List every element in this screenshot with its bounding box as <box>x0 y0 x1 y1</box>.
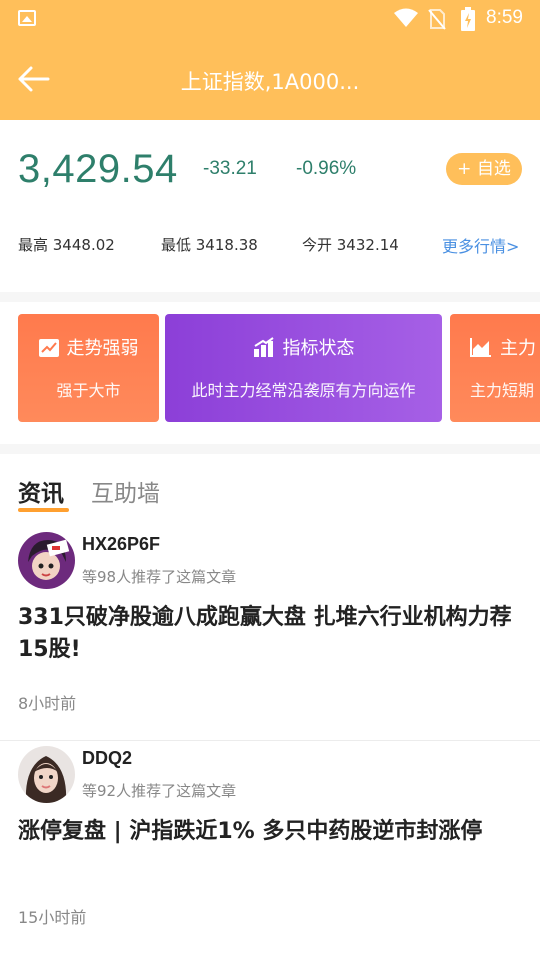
article-author: HX26P6F <box>82 534 161 554</box>
card-main-force-title: 主力 <box>500 338 536 359</box>
price-change: -33.21 <box>203 158 257 179</box>
index-price: 3,429.54 <box>18 147 178 191</box>
article-headline[interactable]: 331只破净股逾八成跑赢大盘 扎堆六行业机构力荐15股! <box>18 602 522 666</box>
image-notification-icon <box>18 10 36 26</box>
article-recommend-count: 等92人推荐了这篇文章 <box>82 782 237 800</box>
stat-high: 最高 3448.02 <box>18 236 115 254</box>
news-section: 资讯 互助墙 HX26P6F 等98人推荐了这篇文章 331只破净股逾八成跑赢大… <box>0 454 540 960</box>
tab-help-wall[interactable]: 互助墙 <box>91 474 160 508</box>
article-headline[interactable]: 涨停复盘 | 沪指跌近1% 多只中药股逆市封涨停 <box>18 816 522 848</box>
card-indicator-sub: 此时主力经常沿袭原有方向运作 <box>191 381 416 400</box>
price-change-percent: -0.96% <box>296 158 357 179</box>
card-main-force[interactable]: 主力 主力短期 <box>450 314 540 422</box>
stat-open: 今开 3432.14 <box>302 236 399 254</box>
card-trend-strength[interactable]: 走势强弱 强于大市 <box>18 314 159 422</box>
stat-low: 最低 3418.38 <box>161 236 258 254</box>
avatar[interactable] <box>18 532 75 589</box>
quote-panel: 3,429.54 -33.21 -0.96% + 自选 最高 3448.02 最… <box>0 120 540 292</box>
card-indicator-title: 指标状态 <box>282 338 355 359</box>
tab-active-indicator <box>18 508 69 512</box>
area-chart-icon <box>470 338 491 357</box>
wifi-icon <box>394 8 418 27</box>
article-author: DDQ2 <box>82 748 133 768</box>
more-quotes-link[interactable]: 更多行情> <box>442 233 519 257</box>
card-main-force-sub: 主力短期 <box>470 381 535 400</box>
status-time: 8:59 <box>486 7 523 28</box>
bar-chart-icon <box>253 337 274 357</box>
article-time: 15小时前 <box>18 908 87 927</box>
card-trend-title: 走势强弱 <box>66 338 139 359</box>
app-header: 8:59 上证指数,1A000... <box>0 0 540 120</box>
divider <box>0 740 540 741</box>
indicator-cards: 走势强弱 强于大市 指标状态 此时主力经常沿袭原有方向运作 主力 主力短期 <box>0 302 540 444</box>
page-title: 上证指数,1A000... <box>180 70 360 94</box>
tab-news[interactable]: 资讯 <box>18 474 64 508</box>
status-bar: 8:59 <box>0 0 540 38</box>
card-indicator-status[interactable]: 指标状态 此时主力经常沿袭原有方向运作 <box>165 314 442 422</box>
no-sim-icon <box>428 9 446 30</box>
add-to-watchlist-button[interactable]: + 自选 <box>446 153 522 185</box>
trend-chart-icon <box>38 339 59 357</box>
battery-charging-icon <box>461 7 475 31</box>
article-time: 8小时前 <box>18 694 77 713</box>
card-trend-sub: 强于大市 <box>56 381 121 400</box>
avatar[interactable] <box>18 746 75 803</box>
article-recommend-count: 等98人推荐了这篇文章 <box>82 568 237 586</box>
